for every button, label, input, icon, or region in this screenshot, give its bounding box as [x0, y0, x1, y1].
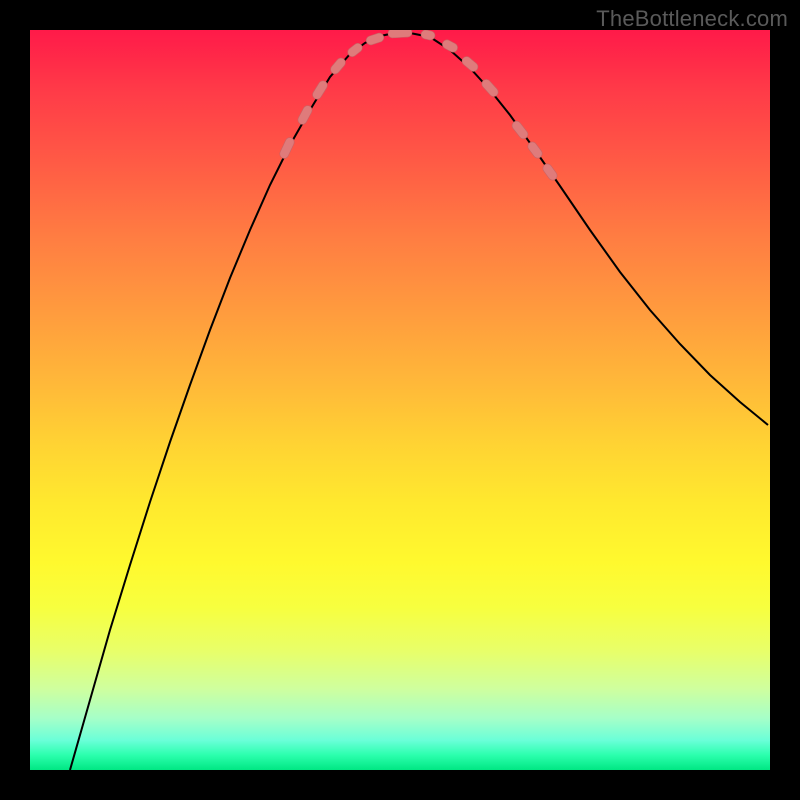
curve-marker [388, 30, 412, 38]
curve-marker [441, 38, 459, 53]
curve-marker [420, 30, 436, 41]
curve-marker [510, 119, 529, 140]
plot-area [30, 30, 770, 770]
curve-marker [311, 79, 329, 101]
curve-line [70, 33, 768, 770]
chart-frame: TheBottleneck.com [0, 0, 800, 800]
watermark-text: TheBottleneck.com [596, 6, 788, 32]
bottleneck-chart [30, 30, 770, 770]
curve-marker [365, 32, 385, 46]
curve-marker [480, 78, 500, 99]
curve-marker [278, 136, 295, 160]
curve-marker [526, 140, 544, 160]
curve-marker [460, 55, 480, 73]
curve-marker [296, 104, 313, 126]
